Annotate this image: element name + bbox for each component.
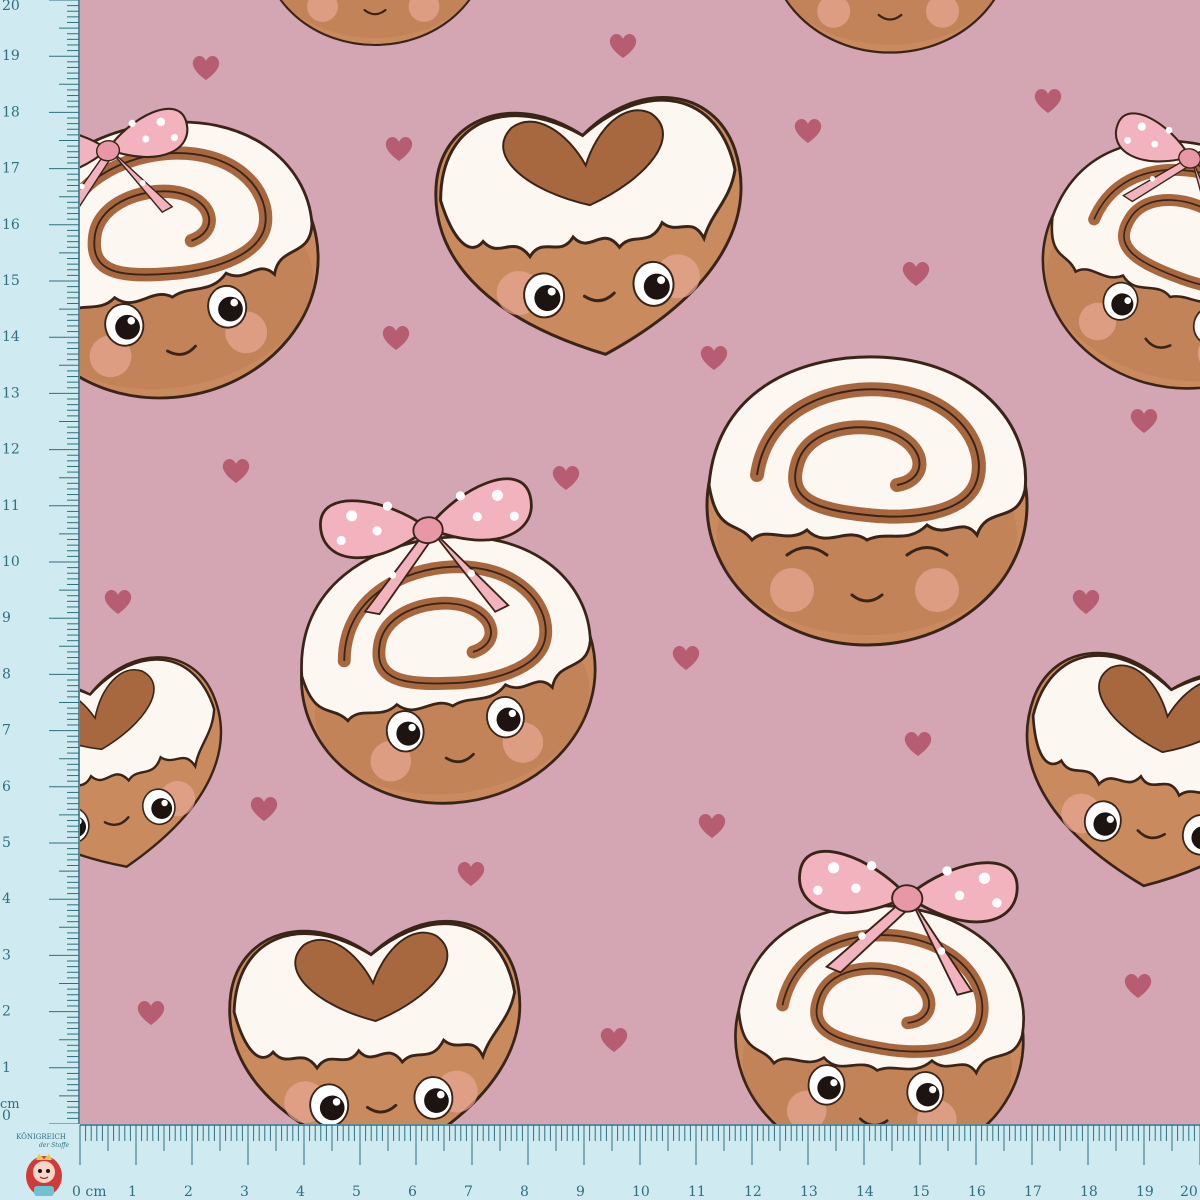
ruler-vertical: 20 19 18 17 16 15 14 13 12 11 10 9 8 7 6 5 4 3 2 1 0 cm: [0, 0, 80, 1125]
ruler-label: 8: [520, 1184, 529, 1200]
ruler-label: 11: [688, 1184, 706, 1200]
ruler-label: 2: [2, 1004, 11, 1020]
cinnamon-roll-with-bow-left: [80, 87, 339, 422]
ruler-unit-label: cm: [0, 1097, 20, 1112]
ruler-label: 4: [296, 1184, 305, 1200]
cinnamon-roll-center: [707, 357, 1027, 645]
ruler-label: 12: [2, 442, 20, 458]
ruler-label: 15: [912, 1184, 930, 1200]
ruler-label: 11: [2, 498, 20, 514]
ruler-label: 20: [2, 0, 20, 14]
pattern-canvas: [80, 0, 1200, 1124]
ruler-label: 17: [1024, 1184, 1042, 1200]
ruler-label: 13: [2, 385, 20, 401]
ruler-label: 15: [2, 273, 20, 289]
ruler-label: 14: [2, 329, 20, 345]
ruler-label: 10: [632, 1184, 650, 1200]
ruler-label: 18: [2, 104, 20, 120]
ruler-label: 17: [2, 161, 20, 177]
heart-shaped-cinnamon-roll-bottom: [222, 914, 532, 1124]
ruler-label: 7: [464, 1184, 473, 1200]
logo-line1: KÖNIGREICH: [16, 1132, 66, 1141]
ruler-label: 7: [2, 723, 11, 739]
heart-shaped-cinnamon-roll-top: [426, 88, 760, 372]
ruler-label: 10: [2, 554, 20, 570]
ruler-label: 19: [1136, 1184, 1154, 1200]
ruler-label: 16: [968, 1184, 986, 1200]
ruler-label: 18: [1080, 1184, 1098, 1200]
ruler-label: 13: [800, 1184, 818, 1200]
mascot-icon: [26, 1154, 62, 1196]
ruler-label: 19: [2, 48, 20, 64]
cinnamon-roll-top-right: [770, 0, 1010, 53]
ruler-label: 3: [240, 1184, 249, 1200]
ruler-label: 3: [2, 947, 11, 963]
cinnamon-roll-top-left: [263, 0, 487, 45]
ruler-label: 6: [408, 1184, 417, 1200]
logo-line2: der Stoffe: [39, 1142, 70, 1149]
cinnamon-roll-with-bow-center: [277, 474, 612, 822]
ruler-label: 6: [2, 779, 11, 795]
ruler-label: 2: [184, 1184, 193, 1200]
ruler-horizontal: 0 cm 1 2 3 4 5 6 7 8 9 10 11 12 13 14 15 16 17 18 19 20: [0, 1124, 1200, 1200]
cinnamon-roll-with-bow-right-edge: [1016, 99, 1200, 419]
brand-logo: KÖNIGREICH der Stoffe: [4, 1130, 78, 1198]
ruler-label: 9: [576, 1184, 585, 1200]
ruler-label: 5: [2, 835, 11, 851]
ruler-label: 4: [2, 891, 11, 907]
cinnamon-roll-with-bow-bottom: [727, 848, 1036, 1124]
fabric-swatch-image: 20 19 18 17 16 15 14 13 12 11 10 9 8 7 6 5 4 3 2 1 0 cm 0 cm 1…: [0, 0, 1200, 1200]
ruler-label: 16: [2, 217, 20, 233]
ruler-label: 1: [128, 1184, 137, 1200]
ruler-label: 14: [856, 1184, 874, 1200]
heart-shaped-cinnamon-roll-left-edge: [80, 644, 248, 894]
ruler-label: 5: [352, 1184, 361, 1200]
ruler-label: 9: [2, 610, 11, 626]
fabric-pattern: [80, 0, 1200, 1124]
heart-shaped-cinnamon-roll-right-edge: [1006, 642, 1200, 907]
ruler-label: 20: [1180, 1184, 1198, 1200]
ruler-label: 8: [2, 666, 11, 682]
ruler-label: 12: [744, 1184, 762, 1200]
ruler-label: 1: [2, 1060, 11, 1076]
